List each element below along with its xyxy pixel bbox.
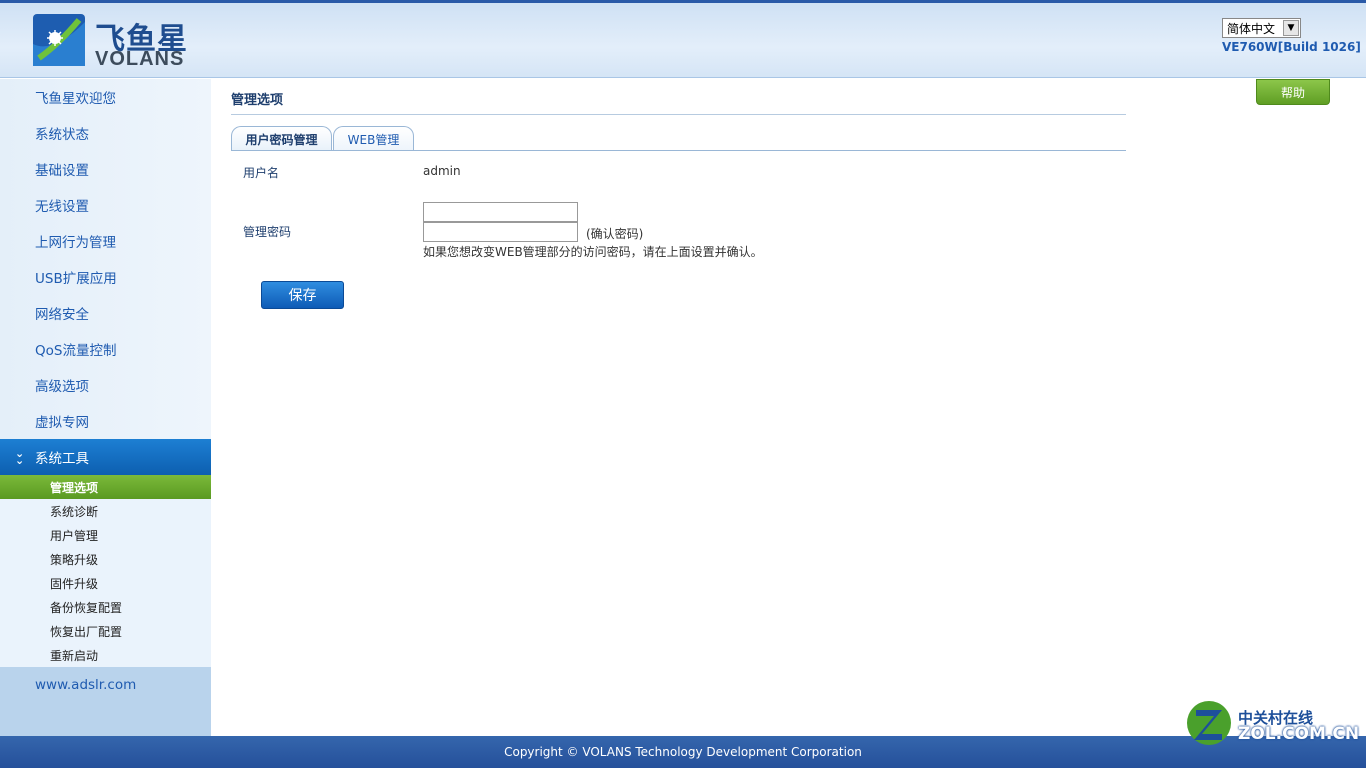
logo-text-en: VOLANS [95,48,185,70]
tab-web-management[interactable]: WEB管理 [333,126,414,151]
submenu-item-policy-upgrade[interactable]: 策略升级 [0,547,211,571]
sidebar-footer: www.adslr.com [0,667,211,736]
copyright-text: Copyright © VOLANS Technology Developmen… [504,745,862,759]
zol-logo-icon [1187,701,1231,745]
sidebar-item-system-tools[interactable]: ⌄ ⌄ 系统工具 [0,439,211,475]
username-value: admin [423,164,461,178]
watermark-text-en: ZOL.COM.CN [1238,724,1360,744]
password-label: 管理密码 [243,225,292,239]
save-button[interactable]: 保存 [261,281,344,309]
title-divider [231,114,1126,115]
top-header: 飞鱼星 VOLANS 简体中文 ▼ VE760W[Build 1026] [0,0,1366,78]
sidebar-item-basic[interactable]: 基础设置 [0,151,211,187]
password-input[interactable] [423,202,578,222]
main-content: 管理选项 帮助 用户密码管理 WEB管理 用户名 admin 管理密码 (确认密… [211,79,1366,736]
tab-password[interactable]: 用户密码管理 [231,126,332,151]
submenu-item-backup-restore[interactable]: 备份恢复配置 [0,595,211,619]
firmware-version: VE760W[Build 1026] [1222,40,1361,54]
submenu-item-reboot[interactable]: 重新启动 [0,643,211,667]
sidebar-item-vpn[interactable]: 虚拟专网 [0,403,211,439]
submenu-item-admin-options[interactable]: 管理选项 [0,475,211,499]
sidebar-item-label: 系统工具 [35,451,89,467]
submenu-item-users[interactable]: 用户管理 [0,523,211,547]
website-link[interactable]: www.adslr.com [35,677,136,693]
sidebar-item-status[interactable]: 系统状态 [0,115,211,151]
submenu-item-factory-reset[interactable]: 恢复出厂配置 [0,619,211,643]
sidebar-item-behavior[interactable]: 上网行为管理 [0,223,211,259]
double-chevron-down-icon: ⌄ ⌄ [15,447,25,467]
sidebar-item-advanced[interactable]: 高级选项 [0,367,211,403]
sidebar: 飞鱼星欢迎您 系统状态 基础设置 无线设置 上网行为管理 USB扩展应用 网络安… [0,79,211,736]
language-select[interactable]: 简体中文 ▼ [1222,18,1301,38]
submenu-item-diagnostics[interactable]: 系统诊断 [0,499,211,523]
sidebar-item-welcome[interactable]: 飞鱼星欢迎您 [0,79,211,115]
sidebar-item-qos[interactable]: QoS流量控制 [0,331,211,367]
zol-watermark: 中关村在线 ZOL.COM.CN [1186,700,1360,748]
footer: Copyright © VOLANS Technology Developmen… [0,736,1366,768]
sidebar-item-usb[interactable]: USB扩展应用 [0,259,211,295]
tab-divider [231,150,1126,151]
confirm-password-input[interactable] [423,222,578,242]
username-label: 用户名 [243,166,280,180]
page-title: 管理选项 [231,93,284,108]
help-button[interactable]: 帮助 [1256,79,1330,105]
sidebar-submenu: 管理选项 系统诊断 用户管理 策略升级 固件升级 备份恢复配置 恢复出厂配置 重… [0,475,211,667]
submenu-item-firmware-upgrade[interactable]: 固件升级 [0,571,211,595]
sidebar-item-security[interactable]: 网络安全 [0,295,211,331]
language-value: 简体中文 [1227,21,1276,36]
confirm-password-hint: (确认密码) [586,227,644,241]
chevron-down-icon[interactable]: ▼ [1283,20,1299,36]
volans-logo-icon [33,14,85,66]
volans-logo: 飞鱼星 VOLANS [33,14,193,70]
sidebar-item-wireless[interactable]: 无线设置 [0,187,211,223]
password-note: 如果您想改变WEB管理部分的访问密码，请在上面设置并确认。 [423,245,763,259]
